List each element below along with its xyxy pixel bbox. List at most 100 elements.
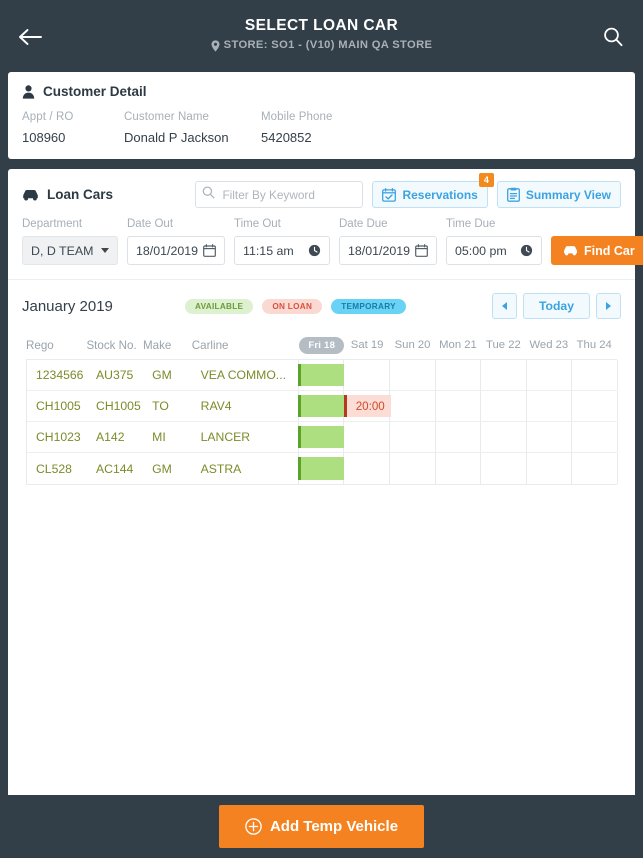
today-label: Today bbox=[539, 299, 574, 313]
day-cell-6[interactable] bbox=[571, 422, 618, 452]
calendar-header: January 2019 AVAILABLE ON LOAN TEMPORARY… bbox=[8, 280, 635, 331]
day-cell-3[interactable] bbox=[434, 360, 482, 390]
footer-bar: Add Temp Vehicle bbox=[0, 795, 643, 858]
availability-bar-available[interactable] bbox=[297, 426, 345, 448]
day-cell-1[interactable] bbox=[343, 422, 391, 452]
summary-view-button[interactable]: Summary View bbox=[496, 181, 621, 208]
calendar-today-button[interactable]: Today bbox=[523, 293, 590, 319]
date-out-input[interactable]: 18/01/2019 bbox=[127, 236, 225, 265]
back-button[interactable] bbox=[12, 22, 48, 52]
department-select[interactable]: D, D TEAM bbox=[22, 236, 118, 265]
calendar-prev-button[interactable] bbox=[492, 293, 517, 319]
availability-bar-available[interactable] bbox=[297, 395, 345, 417]
column-header-day-4[interactable]: Tue 22 bbox=[481, 339, 526, 351]
day-cell-1[interactable] bbox=[343, 360, 391, 390]
column-header-day-3[interactable]: Mon 21 bbox=[435, 339, 480, 351]
day-cell-6[interactable] bbox=[571, 453, 618, 484]
summary-view-label: Summary View bbox=[525, 187, 611, 202]
customer-detail-card: Customer Detail Appt / RO 108960 Custome… bbox=[8, 72, 635, 159]
day-cell-6[interactable] bbox=[571, 360, 618, 390]
day-cell-5[interactable] bbox=[525, 453, 573, 484]
cell-rego: CH1005 bbox=[36, 399, 81, 413]
row-day-cells: 20:00 bbox=[297, 391, 618, 421]
column-header-rego: Rego bbox=[26, 338, 54, 352]
day-cell-4[interactable] bbox=[480, 453, 527, 484]
find-car-label: Find Car bbox=[584, 243, 635, 258]
date-out-field: Date Out 18/01/2019 bbox=[127, 218, 225, 265]
day-cell-2[interactable] bbox=[389, 422, 436, 452]
column-header-day-5[interactable]: Wed 23 bbox=[526, 339, 571, 351]
day-pill-active: Fri 18 bbox=[299, 336, 345, 354]
cell-make: GM bbox=[152, 368, 172, 382]
cell-rego: CL528 bbox=[36, 461, 72, 476]
reservations-label: Reservations bbox=[402, 187, 478, 202]
date-out-label: Date Out bbox=[127, 218, 174, 230]
field-value: 5420852 bbox=[261, 130, 312, 145]
chevron-right-icon bbox=[606, 302, 611, 310]
time-out-field: Time Out 11:15 am bbox=[234, 218, 330, 265]
day-cell-2[interactable] bbox=[389, 360, 436, 390]
reservations-button[interactable]: Reservations 4 bbox=[372, 173, 494, 208]
day-cell-3[interactable] bbox=[434, 453, 482, 484]
cell-make: GM bbox=[152, 461, 172, 476]
day-cell-2[interactable] bbox=[389, 391, 436, 421]
car-icon bbox=[564, 246, 577, 256]
availability-bar-available[interactable] bbox=[297, 457, 345, 480]
day-cell-5[interactable] bbox=[525, 422, 573, 452]
day-cell-4[interactable] bbox=[480, 422, 527, 452]
cell-stock: AU375 bbox=[96, 368, 134, 382]
table-row[interactable]: CH1005 CH1005 TO RAV4 20:00 bbox=[27, 391, 618, 422]
column-header-day-2[interactable]: Sun 20 bbox=[390, 339, 435, 351]
map-pin-icon bbox=[211, 39, 220, 52]
reservations-badge: 4 bbox=[478, 173, 494, 187]
day-cell-2[interactable] bbox=[389, 453, 436, 484]
loan-car-grid: Rego Stock No. Make Carline Fri 18 Sat 1… bbox=[8, 331, 635, 485]
add-temp-vehicle-button[interactable]: Add Temp Vehicle bbox=[218, 805, 425, 848]
table-row[interactable]: CH1023 A142 MI LANCER bbox=[27, 422, 618, 453]
chevron-left-icon bbox=[502, 302, 507, 310]
calendar-icon bbox=[203, 244, 216, 257]
search-button[interactable] bbox=[597, 22, 629, 52]
column-header-day-0[interactable]: Fri 18 bbox=[299, 336, 345, 354]
find-car-button[interactable]: Find Car bbox=[551, 236, 643, 265]
calendar-legend: AVAILABLE ON LOAN TEMPORARY bbox=[99, 298, 492, 314]
column-header-stock: Stock No. bbox=[86, 338, 137, 352]
time-due-label: Time Due bbox=[446, 218, 496, 230]
availability-bar-on-loan[interactable]: 20:00 bbox=[344, 395, 392, 417]
row-day-cells bbox=[297, 422, 618, 452]
car-icon bbox=[23, 189, 38, 200]
time-due-field: Time Due 05:00 pm bbox=[446, 218, 542, 265]
day-cell-5[interactable] bbox=[525, 360, 573, 390]
table-row[interactable]: 1234566 AU375 GM VEA COMMO... bbox=[27, 360, 618, 391]
table-row[interactable]: CL528 AC144 GM ASTRA bbox=[27, 453, 618, 484]
day-cell-6[interactable] bbox=[571, 391, 618, 421]
column-header-day-6[interactable]: Thu 24 bbox=[572, 339, 617, 351]
page-title: SELECT LOAN CAR bbox=[244, 17, 399, 34]
day-cell-3[interactable] bbox=[434, 422, 482, 452]
day-cell-1[interactable] bbox=[343, 453, 391, 484]
cell-make: TO bbox=[152, 399, 169, 413]
store-subtitle: STORE: SO1 - (V10) MAIN QA STORE bbox=[211, 37, 433, 54]
day-cell-3[interactable] bbox=[434, 391, 482, 421]
customer-detail-label: Customer Detail bbox=[43, 84, 147, 99]
day-cell-4[interactable] bbox=[480, 391, 527, 421]
availability-bar-available[interactable] bbox=[297, 364, 345, 386]
day-cell-4[interactable] bbox=[480, 360, 527, 390]
cell-carline: RAV4 bbox=[200, 399, 232, 413]
date-due-input[interactable]: 18/01/2019 bbox=[339, 236, 437, 265]
cell-rego: CH1023 bbox=[36, 430, 81, 444]
time-due-value: 05:00 pm bbox=[455, 243, 507, 258]
field-value: Donald P Jackson bbox=[124, 130, 229, 145]
day-cell-5[interactable] bbox=[525, 391, 573, 421]
time-due-input[interactable]: 05:00 pm bbox=[446, 236, 542, 265]
calendar-next-button[interactable] bbox=[596, 293, 621, 319]
filter-input[interactable] bbox=[195, 181, 364, 208]
row-day-cells bbox=[297, 360, 618, 390]
date-due-value: 18/01/2019 bbox=[348, 243, 411, 258]
column-header-day-1[interactable]: Sat 19 bbox=[344, 339, 389, 351]
cell-rego: 1234566 bbox=[36, 368, 84, 382]
filter-field-wrapper bbox=[195, 181, 364, 208]
time-out-input[interactable]: 11:15 am bbox=[234, 236, 330, 265]
department-value: D, D TEAM bbox=[31, 243, 94, 258]
search-icon bbox=[604, 27, 623, 47]
